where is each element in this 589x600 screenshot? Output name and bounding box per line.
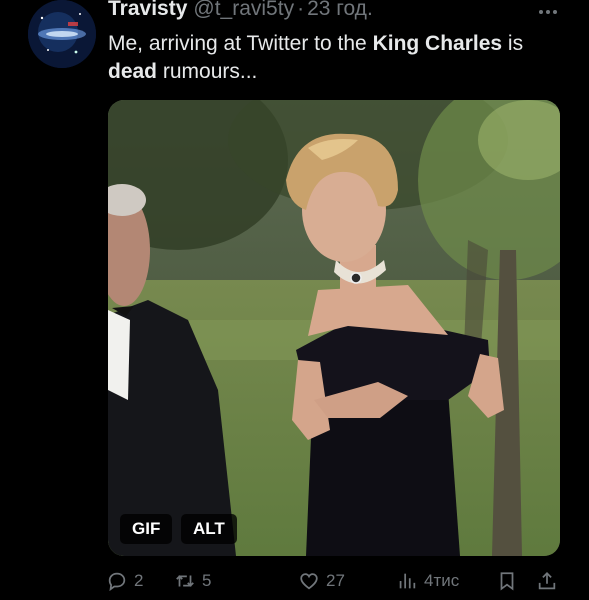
tweet[interactable]: Travisty @t_ravi5ty · 23 год. Me, arrivi… [0, 0, 589, 600]
retweet-button[interactable]: 5 [174, 570, 211, 592]
timestamp[interactable]: 23 год. [307, 0, 373, 21]
reply-icon [108, 572, 126, 592]
bookmark-icon [500, 572, 514, 591]
views-button[interactable]: 4тис [396, 570, 459, 592]
views-count: 4тис [424, 571, 460, 590]
tweet-media-gif[interactable]: GIF ALT [108, 100, 560, 556]
tweet-action-bar: 2 5 27 4тис [104, 566, 559, 596]
avatar-image [28, 0, 96, 68]
tweet-text-part: rumours... [157, 60, 258, 83]
gif-frame [108, 100, 560, 556]
heart-icon [300, 573, 318, 590]
tweet-text-part: is [502, 32, 524, 55]
alt-badge[interactable]: ALT [181, 514, 237, 544]
gif-badge[interactable]: GIF [120, 514, 173, 544]
avatar[interactable] [28, 0, 96, 68]
retweet-count: 5 [202, 571, 212, 590]
retweet-icon [176, 575, 194, 587]
like-button[interactable]: 27 [298, 570, 345, 592]
reply-button[interactable]: 2 [106, 570, 143, 592]
views-chart-icon [399, 573, 416, 589]
share-button[interactable] [536, 570, 558, 592]
user-handle[interactable]: @t_ravi5ty [193, 0, 294, 21]
tweet-header: Travisty @t_ravi5ty · 23 год. [108, 0, 559, 24]
display-name[interactable]: Travisty [108, 0, 187, 21]
more-horizontal-icon[interactable] [537, 0, 559, 14]
bookmark-button[interactable] [496, 570, 518, 592]
tweet-text-part: Me, arriving at Twitter to the [108, 32, 373, 55]
tweet-text-bold: King Charles [372, 32, 503, 55]
tweet-text-bold: dead [108, 60, 158, 83]
separator-dot: · [297, 0, 305, 20]
like-count: 27 [326, 571, 345, 590]
tweet-text: Me, arriving at Twitter to the King Char… [108, 30, 565, 86]
share-icon [538, 571, 556, 590]
reply-count: 2 [134, 571, 144, 590]
